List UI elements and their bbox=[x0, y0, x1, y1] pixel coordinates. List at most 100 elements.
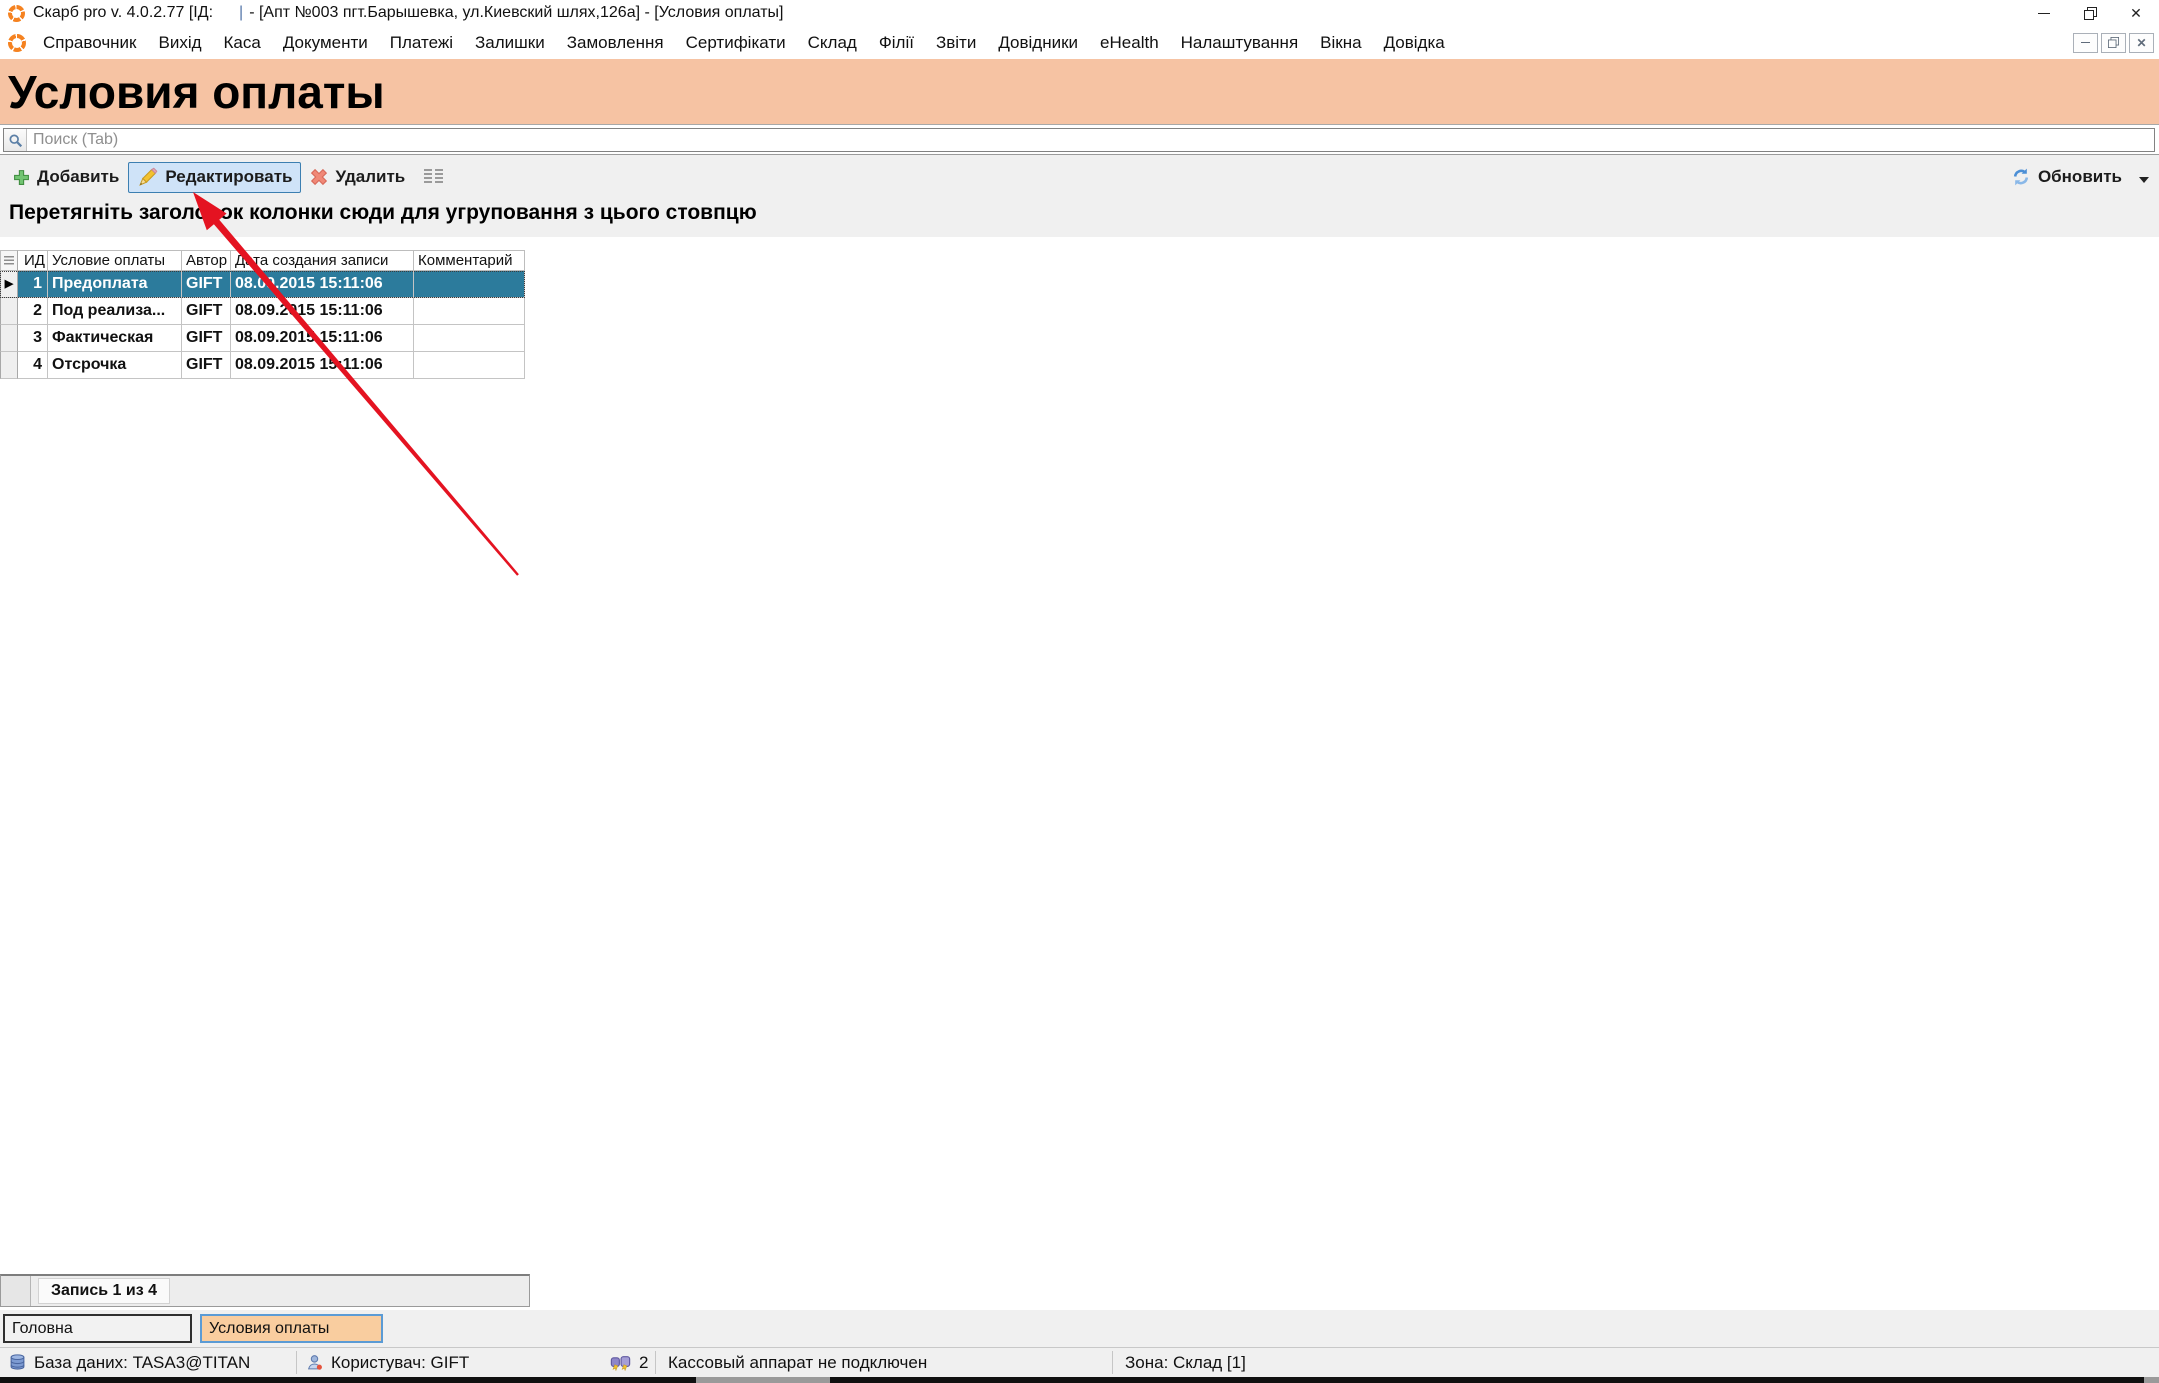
delete-button[interactable]: Удалить bbox=[301, 162, 414, 192]
cell-id: 1 bbox=[18, 271, 48, 298]
close-button[interactable]: ✕ bbox=[2113, 0, 2159, 26]
mdi-restore-button[interactable] bbox=[2101, 33, 2126, 53]
menu-filii[interactable]: Філії bbox=[868, 26, 925, 59]
plus-icon bbox=[13, 169, 30, 186]
bottom-strip-segment bbox=[696, 1377, 830, 1383]
title-bar: Скарб pro v. 4.0.2.77 [ІД: | - [Апт №003… bbox=[0, 0, 2159, 26]
cell-comment bbox=[414, 325, 525, 352]
connection-icon bbox=[610, 1355, 631, 1371]
menu-dovidnyky[interactable]: Довідники bbox=[987, 26, 1089, 59]
record-count-label: Запись 1 из 4 bbox=[38, 1278, 170, 1304]
hamburger-icon bbox=[4, 256, 14, 266]
pencil-icon bbox=[137, 167, 158, 188]
close-icon: ✕ bbox=[2130, 6, 2142, 20]
search-input[interactable] bbox=[27, 129, 2154, 151]
mdi-minimize-button[interactable] bbox=[2073, 33, 2098, 53]
cell-author: GIFT bbox=[182, 298, 231, 325]
app-logo-icon bbox=[8, 5, 25, 22]
table-row[interactable]: ▶ 1 Предоплата GIFT 08.09.2015 15:11:06 bbox=[0, 271, 525, 298]
cell-author: GIFT bbox=[182, 352, 231, 379]
database-label: База даних: TASA3@TITAN bbox=[34, 1353, 250, 1373]
delete-button-label: Удалить bbox=[335, 167, 405, 187]
add-button[interactable]: Добавить bbox=[4, 162, 128, 192]
statusbar-database: База даних: TASA3@TITAN bbox=[9, 1348, 250, 1377]
cell-id: 3 bbox=[18, 325, 48, 352]
menu-sertyfikaty[interactable]: Сертифікати bbox=[675, 26, 797, 59]
record-nav-cell[interactable] bbox=[1, 1276, 31, 1306]
column-header-name[interactable]: Условие оплаты bbox=[48, 250, 182, 271]
refresh-icon bbox=[2011, 167, 2031, 187]
row-indicator: ▶ bbox=[0, 271, 18, 298]
column-header-id[interactable]: ИД bbox=[18, 250, 48, 271]
refresh-button-label: Обновить bbox=[2038, 167, 2122, 187]
mdi-close-icon: ✕ bbox=[2136, 37, 2146, 49]
menu-sklad[interactable]: Склад bbox=[797, 26, 868, 59]
bottom-tabs: Головна Условия оплаты bbox=[0, 1310, 2159, 1347]
minimize-icon bbox=[2038, 13, 2050, 14]
minimize-button[interactable] bbox=[2021, 0, 2067, 26]
cell-name: Отсрочка bbox=[48, 352, 182, 379]
menu-bar: Справочник Вихід Каса Документи Платежі … bbox=[0, 26, 2159, 59]
menu-ehealth[interactable]: eHealth bbox=[1089, 26, 1170, 59]
window-title-separator: | bbox=[239, 4, 243, 22]
connection-count: 2 bbox=[639, 1353, 648, 1373]
menu-nalashtuvannia[interactable]: Налаштування bbox=[1170, 26, 1310, 59]
menu-dovidka[interactable]: Довідка bbox=[1373, 26, 1456, 59]
page-title: Условия оплаты bbox=[8, 65, 385, 119]
menu-zvity[interactable]: Звіти bbox=[925, 26, 987, 59]
cell-name: Под реализа... bbox=[48, 298, 182, 325]
mdi-minimize-icon bbox=[2081, 42, 2090, 43]
menu-zalyshky[interactable]: Залишки bbox=[464, 26, 556, 59]
statusbar-zone: Зона: Склад [1] bbox=[1125, 1348, 1246, 1377]
grid-corner-icon[interactable] bbox=[0, 250, 18, 271]
group-by-hint: Перетягніть заголовок колонки сюди для у… bbox=[9, 201, 757, 225]
bottom-strip bbox=[0, 1377, 2159, 1383]
mdi-restore-icon bbox=[2108, 37, 2119, 48]
menu-spravochnik[interactable]: Справочник bbox=[32, 26, 148, 59]
search-icon-button[interactable] bbox=[4, 129, 27, 151]
cell-author: GIFT bbox=[182, 271, 231, 298]
window-title-suffix: - [Апт №003 пгт.Барышевка, ул.Киевский ш… bbox=[249, 4, 783, 22]
toolbar: Добавить Редактировать Удалить bbox=[0, 155, 2159, 199]
table-row[interactable]: 3 Фактическая GIFT 08.09.2015 15:11:06 bbox=[0, 325, 525, 352]
record-navigator: Запись 1 из 4 bbox=[0, 1274, 530, 1307]
edit-button[interactable]: Редактировать bbox=[128, 162, 301, 193]
restore-button[interactable] bbox=[2067, 0, 2113, 26]
cell-name: Фактическая bbox=[48, 325, 182, 352]
menu-platezhi[interactable]: Платежі bbox=[379, 26, 464, 59]
mdi-close-button[interactable]: ✕ bbox=[2129, 33, 2154, 53]
grid-header-row: ИД Условие оплаты Автор Дата создания за… bbox=[0, 250, 525, 271]
tab-home[interactable]: Головна bbox=[3, 1314, 192, 1343]
menu-vikna[interactable]: Вікна bbox=[1309, 26, 1372, 59]
tab-payment-terms[interactable]: Условия оплаты bbox=[200, 1314, 383, 1343]
window-title: Скарб pro v. 4.0.2.77 [ІД: | - [Апт №003… bbox=[33, 4, 783, 22]
table-row[interactable]: 4 Отсрочка GIFT 08.09.2015 15:11:06 bbox=[0, 352, 525, 379]
cell-id: 2 bbox=[18, 298, 48, 325]
column-header-author[interactable]: Автор bbox=[182, 250, 231, 271]
menu-zamovlennia[interactable]: Замовлення bbox=[556, 26, 675, 59]
cell-name: Предоплата bbox=[48, 271, 182, 298]
menu-vykhid[interactable]: Вихід bbox=[148, 26, 213, 59]
status-bar: База даних: TASA3@TITAN Користувач: GIFT… bbox=[0, 1347, 2159, 1377]
statusbar-cash-device: Кассовый аппарат не подключен bbox=[668, 1348, 927, 1377]
row-indicator bbox=[0, 298, 18, 325]
menu-dokumenty[interactable]: Документи bbox=[272, 26, 379, 59]
cash-device-label: Кассовый аппарат не подключен bbox=[668, 1353, 927, 1373]
cell-created: 08.09.2015 15:11:06 bbox=[231, 352, 414, 379]
cell-comment bbox=[414, 352, 525, 379]
statusbar-user: Користувач: GIFT bbox=[306, 1348, 469, 1377]
cell-comment bbox=[414, 271, 525, 298]
column-header-created[interactable]: Дата создания записи bbox=[231, 250, 414, 271]
menu-kasa[interactable]: Каса bbox=[213, 26, 272, 59]
statusbar-connections: 2 bbox=[610, 1348, 648, 1377]
table-row[interactable]: 2 Под реализа... GIFT 08.09.2015 15:11:0… bbox=[0, 298, 525, 325]
statusbar-separator bbox=[655, 1351, 656, 1374]
refresh-button[interactable]: Обновить bbox=[2002, 162, 2131, 192]
column-header-comment[interactable]: Комментарий bbox=[414, 250, 525, 271]
cell-created: 08.09.2015 15:11:06 bbox=[231, 298, 414, 325]
search-icon bbox=[8, 133, 23, 148]
delete-x-icon bbox=[310, 168, 328, 186]
column-chooser-icon[interactable] bbox=[424, 169, 443, 185]
refresh-dropdown-caret[interactable] bbox=[2139, 177, 2149, 183]
bottom-strip-segment bbox=[2144, 1377, 2159, 1383]
